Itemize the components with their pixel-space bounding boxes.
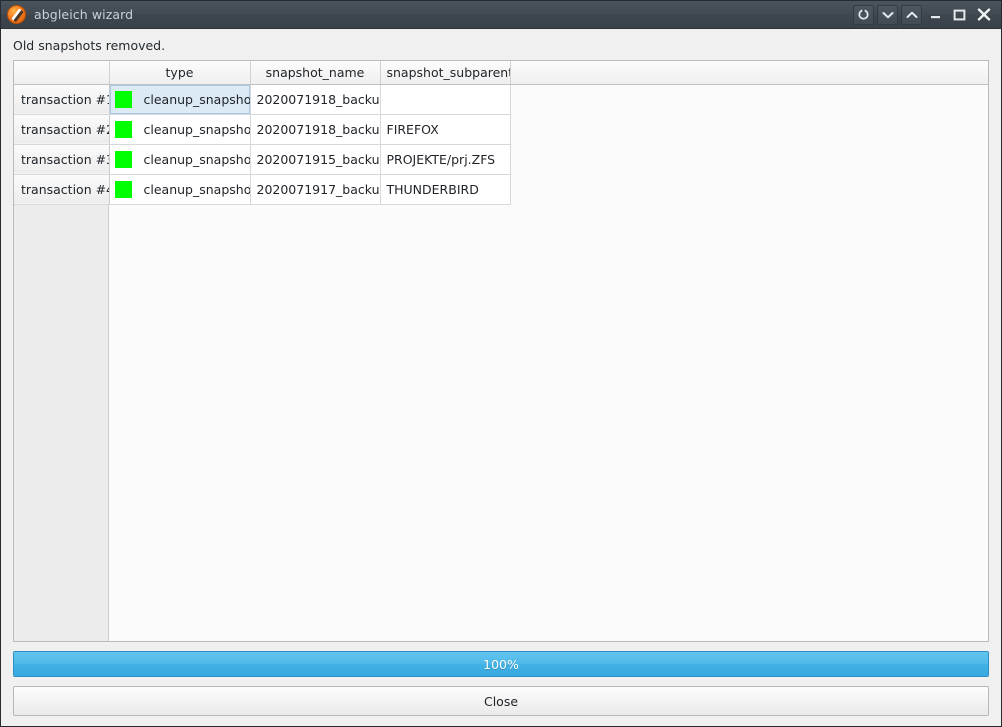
minimize-button[interactable] xyxy=(925,5,946,25)
status-swatch-icon xyxy=(114,90,132,108)
row-header-label[interactable]: transaction #1 xyxy=(14,84,110,115)
cell-snapshot-subparent[interactable]: PROJEKTE/prj.ZFS xyxy=(380,144,511,175)
cell-snapshot-name[interactable]: 2020071918_backup xyxy=(250,84,381,115)
progress-bar: 100% xyxy=(13,651,989,677)
cell-filler xyxy=(510,174,988,204)
cell-filler xyxy=(510,114,988,144)
column-header-type[interactable]: type xyxy=(109,61,251,85)
cell-snapshot-subparent[interactable] xyxy=(380,84,511,115)
column-header-row-label[interactable] xyxy=(14,61,110,85)
row-header-label[interactable]: transaction #2 xyxy=(14,114,110,145)
progress-bar-label: 100% xyxy=(483,656,519,672)
chevron-down-button[interactable] xyxy=(877,4,898,25)
cell-filler xyxy=(510,144,988,174)
cell-filler xyxy=(510,84,988,114)
cell-type[interactable]: cleanup_snapshot xyxy=(109,174,251,205)
window-title: abgleich wizard xyxy=(34,7,134,22)
chevron-up-button[interactable] xyxy=(901,4,922,25)
cell-type-label: cleanup_snapshot xyxy=(143,121,250,137)
table-empty-area xyxy=(14,204,988,641)
close-dialog-button-label: Close xyxy=(483,693,519,709)
transactions-table: type snapshot_name snapshot_subparent tr… xyxy=(13,60,989,642)
title-bar: abgleich wizard xyxy=(1,1,1001,29)
row-header-label[interactable]: transaction #3 xyxy=(14,144,110,175)
status-swatch-icon xyxy=(114,180,132,198)
close-button[interactable] xyxy=(973,5,994,25)
table-body: transaction #1 cleanup_snapshot 2020071918… xyxy=(14,84,988,205)
column-header-snapshot-subparent[interactable]: snapshot_subparent xyxy=(380,61,511,85)
cell-type[interactable]: cleanup_snapshot xyxy=(109,84,251,115)
cell-snapshot-subparent[interactable]: THUNDERBIRD xyxy=(380,174,511,205)
transactions-grid: type snapshot_name snapshot_subparent tr… xyxy=(14,61,988,205)
table-row[interactable]: transaction #3 cleanup_snapshot 2020071915… xyxy=(14,144,988,175)
window-controls xyxy=(853,4,998,25)
app-window: abgleich wizard Old snapshots removed. t… xyxy=(0,0,1002,727)
close-dialog-button[interactable]: Close xyxy=(13,686,989,716)
cell-snapshot-name[interactable]: 2020071917_backup xyxy=(250,174,381,205)
cell-type-label: cleanup_snapshot xyxy=(143,91,250,107)
table-empty-rowheader-column xyxy=(14,204,109,641)
cell-type-label: cleanup_snapshot xyxy=(143,151,250,167)
column-header-filler xyxy=(510,61,988,85)
status-swatch-icon xyxy=(114,150,132,168)
table-row[interactable]: transaction #2 cleanup_snapshot 2020071918… xyxy=(14,114,988,145)
cell-snapshot-name[interactable]: 2020071915_backup xyxy=(250,144,381,175)
cell-type[interactable]: cleanup_snapshot xyxy=(109,144,251,175)
cell-type-label: cleanup_snapshot xyxy=(143,181,250,197)
shade-button[interactable] xyxy=(853,4,874,25)
status-message: Old snapshots removed. xyxy=(13,38,166,53)
cell-type[interactable]: cleanup_snapshot xyxy=(109,114,251,145)
app-logo-icon xyxy=(7,5,26,24)
maximize-button[interactable] xyxy=(949,5,970,25)
cell-snapshot-name[interactable]: 2020071918_backup xyxy=(250,114,381,145)
cell-snapshot-subparent[interactable]: FIREFOX xyxy=(380,114,511,145)
status-swatch-icon xyxy=(114,120,132,138)
table-header-row: type snapshot_name snapshot_subparent xyxy=(14,61,988,85)
table-row[interactable]: transaction #4 cleanup_snapshot 2020071917… xyxy=(14,174,988,205)
table-empty-body xyxy=(109,204,988,641)
table-row[interactable]: transaction #1 cleanup_snapshot 2020071918… xyxy=(14,84,988,115)
row-header-label[interactable]: transaction #4 xyxy=(14,174,110,205)
column-header-snapshot-name[interactable]: snapshot_name xyxy=(250,61,381,85)
